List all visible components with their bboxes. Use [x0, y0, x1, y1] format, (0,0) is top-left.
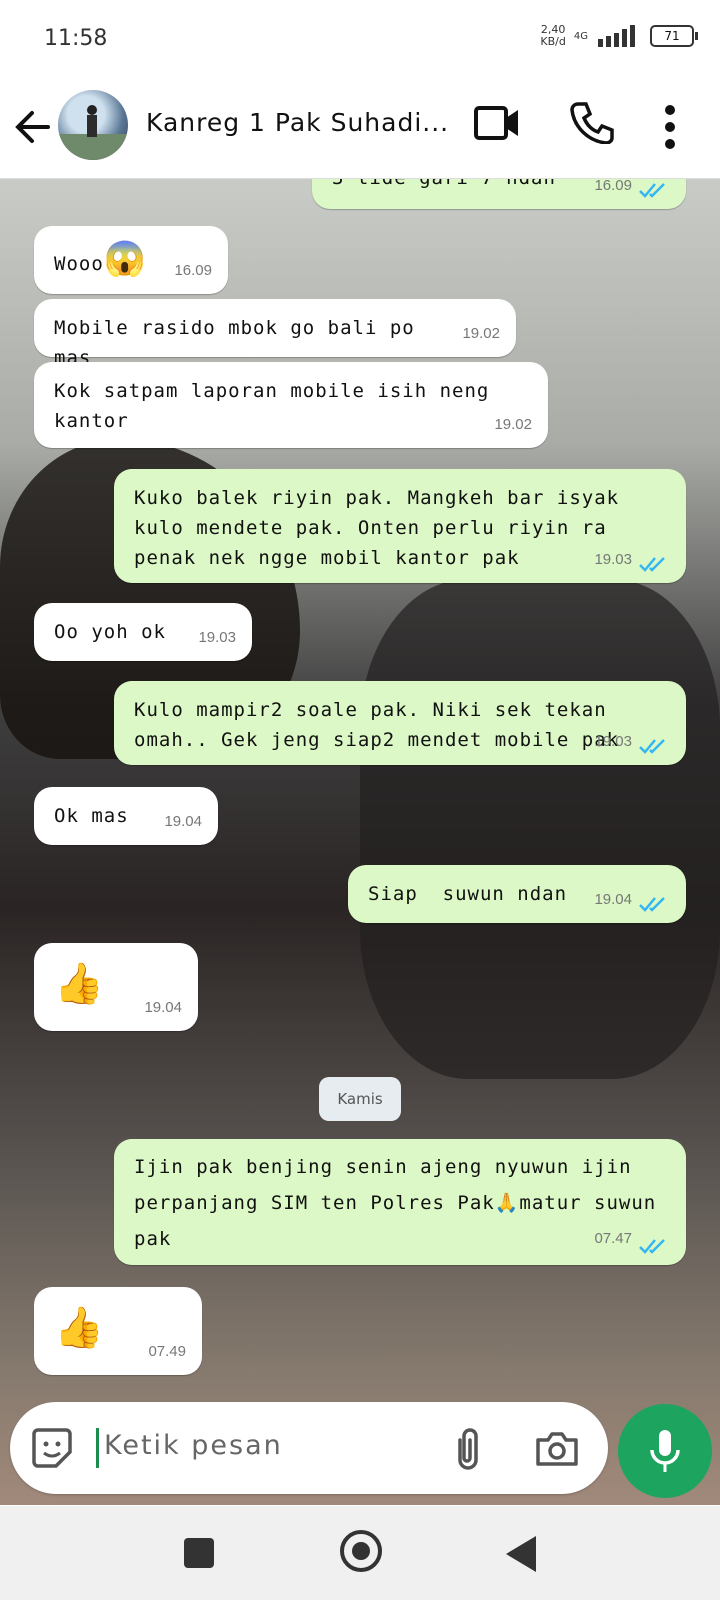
status-time: 11:58	[44, 26, 108, 51]
microphone-icon	[650, 1430, 680, 1472]
message-bubble-outgoing[interactable]: 3 tide gari 7 ndan 16.09	[312, 179, 686, 209]
status-bar: 11:58 2,40 KB/d 4G 71	[0, 0, 720, 78]
more-options-icon[interactable]	[664, 104, 676, 150]
message-time: 19.03	[594, 551, 632, 568]
message-time: 19.04	[144, 999, 182, 1016]
message-input[interactable]: Ketik pesan	[104, 1430, 283, 1461]
read-receipt-icon	[639, 897, 665, 912]
battery-icon: 71	[650, 25, 698, 47]
date-separator: Kamis	[319, 1077, 401, 1121]
emoji-icon: 😱	[103, 239, 148, 279]
recent-apps-button[interactable]	[184, 1538, 214, 1568]
read-receipt-icon	[639, 1239, 665, 1254]
video-call-icon[interactable]	[474, 102, 522, 142]
chat-header: Kanreg 1 Pak Suhadi...	[0, 78, 720, 179]
message-bubble-incoming[interactable]: 👍 07.49	[34, 1287, 202, 1375]
message-time: 07.49	[148, 1343, 186, 1360]
text-cursor	[96, 1428, 99, 1468]
message-bubble-incoming[interactable]: Kok satpam laporan mobile isih neng kant…	[34, 362, 548, 448]
network-speed: 2,40 KB/d	[540, 24, 565, 48]
message-text: 3 tide gari 7 ndan	[332, 179, 632, 193]
wallpaper-shape	[360, 579, 720, 1079]
sticker-icon[interactable]	[30, 1426, 74, 1470]
message-bubble-outgoing[interactable]: Siap suwun ndan 19.04	[348, 865, 686, 923]
message-time: 19.03	[594, 733, 632, 750]
message-text: Kok satpam laporan mobile isih neng kant…	[54, 380, 490, 432]
message-bubble-incoming[interactable]: 👍 19.04	[34, 943, 198, 1031]
message-bubble-incoming[interactable]: Ok mas 19.04	[34, 787, 218, 845]
signal-icon	[598, 25, 635, 47]
chat-area[interactable]: 3 tide gari 7 ndan 16.09 Wooo😱 16.09 Mob…	[0, 179, 720, 1505]
message-time: 16.09	[594, 179, 632, 194]
status-indicators: 2,40 KB/d 4G 71	[540, 24, 698, 48]
message-text: Kulo mampir2 soale pak. Niki sek tekan o…	[134, 699, 620, 751]
read-receipt-icon	[639, 557, 665, 572]
message-bubble-outgoing[interactable]: Ijin pak benjing senin ajeng nyuwun ijin…	[114, 1139, 686, 1265]
message-time: 19.03	[198, 629, 236, 646]
message-time: 19.04	[164, 813, 202, 830]
message-text: Ijin pak benjing senin ajeng nyuwun ijin…	[134, 1156, 657, 1250]
message-bubble-incoming[interactable]: Mobile rasido mbok go bali po mas 19.02	[34, 299, 516, 369]
attach-icon[interactable]	[450, 1426, 486, 1472]
home-button[interactable]	[340, 1530, 382, 1572]
message-time: 19.02	[494, 416, 532, 433]
message-bubble-incoming[interactable]: Wooo😱 16.09	[34, 226, 228, 294]
avatar-image	[58, 105, 128, 160]
network-type: 4G	[573, 30, 588, 42]
back-arrow-icon[interactable]	[14, 102, 54, 152]
voice-record-button[interactable]	[618, 1404, 712, 1498]
contact-name[interactable]: Kanreg 1 Pak Suhadi...	[146, 108, 449, 137]
message-bubble-incoming[interactable]: Oo yoh ok 19.03	[34, 603, 252, 661]
message-bubble-outgoing[interactable]: Kuko balek riyin pak. Mangkeh bar isyak …	[114, 469, 686, 583]
message-time: 19.04	[594, 891, 632, 908]
system-nav-bar	[0, 1506, 720, 1600]
read-receipt-icon	[639, 739, 665, 754]
message-time: 19.02	[462, 325, 500, 342]
speed-unit: KB/d	[540, 35, 566, 48]
message-text: Wooo	[54, 253, 104, 275]
message-time: 16.09	[174, 262, 212, 279]
message-input-bar: Ketik pesan	[10, 1402, 608, 1494]
message-bubble-outgoing[interactable]: Kulo mampir2 soale pak. Niki sek tekan o…	[114, 681, 686, 765]
voice-call-icon[interactable]	[570, 100, 614, 144]
message-text: Kuko balek riyin pak. Mangkeh bar isyak …	[134, 487, 620, 569]
back-button[interactable]	[506, 1536, 536, 1572]
avatar[interactable]	[58, 90, 128, 160]
message-time: 07.47	[594, 1230, 632, 1247]
camera-icon[interactable]	[534, 1428, 580, 1468]
read-receipt-icon	[639, 183, 665, 198]
